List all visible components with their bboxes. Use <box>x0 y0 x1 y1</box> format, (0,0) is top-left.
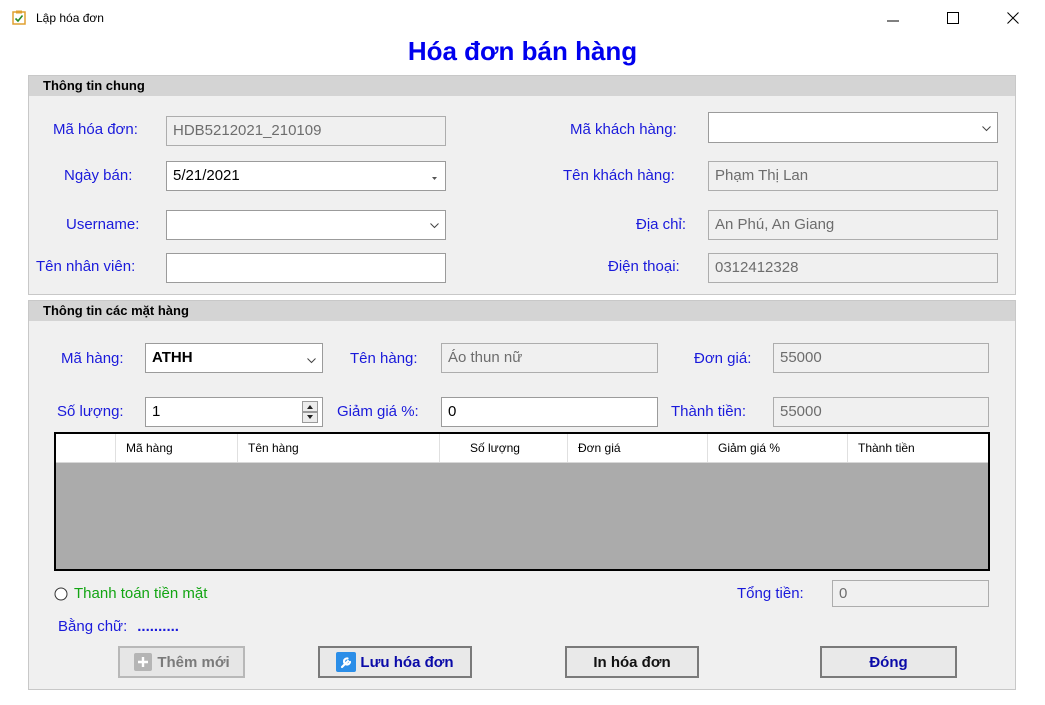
employee-name-field[interactable] <box>166 253 446 283</box>
item-code-combobox[interactable]: ATHH <box>145 343 323 373</box>
cash-payment-radio[interactable]: Thanh toán tiền mặt <box>54 585 207 602</box>
address-label: Địa chỉ: <box>636 216 687 233</box>
maximize-icon <box>947 12 959 24</box>
item-name-label: Tên hàng: <box>350 350 418 367</box>
close-form-button[interactable]: Đóng <box>820 646 957 678</box>
items-header: Thông tin các mặt hàng <box>29 301 1015 321</box>
in-words-label: Bằng chữ: <box>58 618 128 635</box>
quantity-label: Số lượng: <box>57 403 124 420</box>
title-bar: Lập hóa đơn <box>0 0 1045 36</box>
maximize-button[interactable] <box>930 0 976 36</box>
close-button[interactable] <box>990 0 1036 36</box>
line-total-label: Thành tiền: <box>671 403 747 420</box>
sale-date-label: Ngày bán: <box>64 167 133 184</box>
chevron-down-icon <box>307 358 316 364</box>
print-invoice-button[interactable]: In hóa đơn <box>565 646 699 678</box>
minimize-button[interactable] <box>870 0 916 36</box>
grid-column-header[interactable]: Thành tiền <box>848 434 988 462</box>
close-icon <box>1007 12 1019 24</box>
save-invoice-label: Lưu hóa đơn <box>360 653 454 671</box>
invoice-id-field[interactable]: HDB5212021_210109 <box>166 116 446 146</box>
chevron-down-icon <box>430 223 439 229</box>
form-heading: Hóa đơn bán hàng <box>407 36 638 66</box>
phone-label: Điện thoại: <box>608 258 680 275</box>
minimize-icon <box>887 20 899 22</box>
total-label: Tổng tiền: <box>737 585 804 602</box>
sale-date-value: 5/21/2021 <box>173 167 240 184</box>
customer-name-field[interactable]: Phạm Thị Lan <box>708 161 998 191</box>
grid-column-header[interactable]: Mã hàng <box>116 434 238 462</box>
quantity-value: 1 <box>152 403 161 420</box>
grid-column-header[interactable]: Số lượng <box>440 434 568 462</box>
item-code-value: ATHH <box>152 349 193 366</box>
save-invoice-button[interactable]: Lưu hóa đơn <box>318 646 472 678</box>
invoice-window: Lập hóa đơn Hóa đơn bán hàng Thông tin c… <box>0 0 1045 705</box>
print-invoice-label: In hóa đơn <box>593 653 671 671</box>
wrench-icon <box>336 652 357 672</box>
item-name-field[interactable]: Áo thun nữ <box>441 343 658 373</box>
grid-header: Mã hàng Tên hàng Số lượng Đơn giá Giảm g… <box>56 434 988 463</box>
customer-id-label: Mã khách hàng: <box>570 121 677 138</box>
chevron-down-icon <box>982 126 991 132</box>
row-header-column <box>56 434 116 462</box>
grid-column-header[interactable]: Giảm giá % <box>708 434 848 462</box>
item-code-label: Mã hàng: <box>61 350 124 367</box>
in-words-value: .......... <box>137 618 179 635</box>
address-field[interactable]: An Phú, An Giang <box>708 210 998 240</box>
amount-in-words: Bằng chữ: .......... <box>58 618 179 635</box>
employee-name-label: Tên nhân viên: <box>36 258 136 275</box>
discount-label: Giảm giá %: <box>337 403 419 420</box>
phone-field[interactable]: 0312412328 <box>708 253 998 283</box>
customer-name-label: Tên khách hàng: <box>563 167 675 184</box>
grid-column-header[interactable]: Tên hàng <box>238 434 440 462</box>
add-new-label: Thêm mới <box>157 653 230 671</box>
customer-id-combobox[interactable] <box>708 112 998 143</box>
cash-payment-label: Thanh toán tiền mặt <box>74 585 208 602</box>
grid-column-header[interactable]: Đơn giá <box>568 434 708 462</box>
unit-price-label: Đơn giá: <box>694 350 752 367</box>
close-form-label: Đóng <box>869 653 908 671</box>
add-new-button[interactable]: Thêm mới <box>118 646 245 678</box>
discount-field[interactable]: 0 <box>441 397 658 427</box>
line-total-field[interactable]: 55000 <box>773 397 989 427</box>
quantity-stepper[interactable]: 1 <box>145 397 323 427</box>
username-combobox[interactable] <box>166 210 446 240</box>
username-label: Username: <box>66 216 140 233</box>
invoice-id-label: Mã hóa đơn: <box>53 121 138 138</box>
radio-circle-icon <box>54 587 68 600</box>
plus-icon <box>134 653 153 671</box>
general-info-header: Thông tin chung <box>29 76 1015 96</box>
clipboard-check-icon <box>12 10 26 25</box>
total-field[interactable]: 0 <box>832 580 989 607</box>
spin-arrows-icon[interactable] <box>302 401 318 423</box>
sale-date-picker[interactable]: 5/21/2021 <box>166 161 446 191</box>
window-title: Lập hóa đơn <box>36 11 104 25</box>
unit-price-field[interactable]: 55000 <box>773 343 989 373</box>
dropdown-arrow-icon <box>432 177 437 180</box>
items-grid[interactable]: Mã hàng Tên hàng Số lượng Đơn giá Giảm g… <box>54 432 990 571</box>
